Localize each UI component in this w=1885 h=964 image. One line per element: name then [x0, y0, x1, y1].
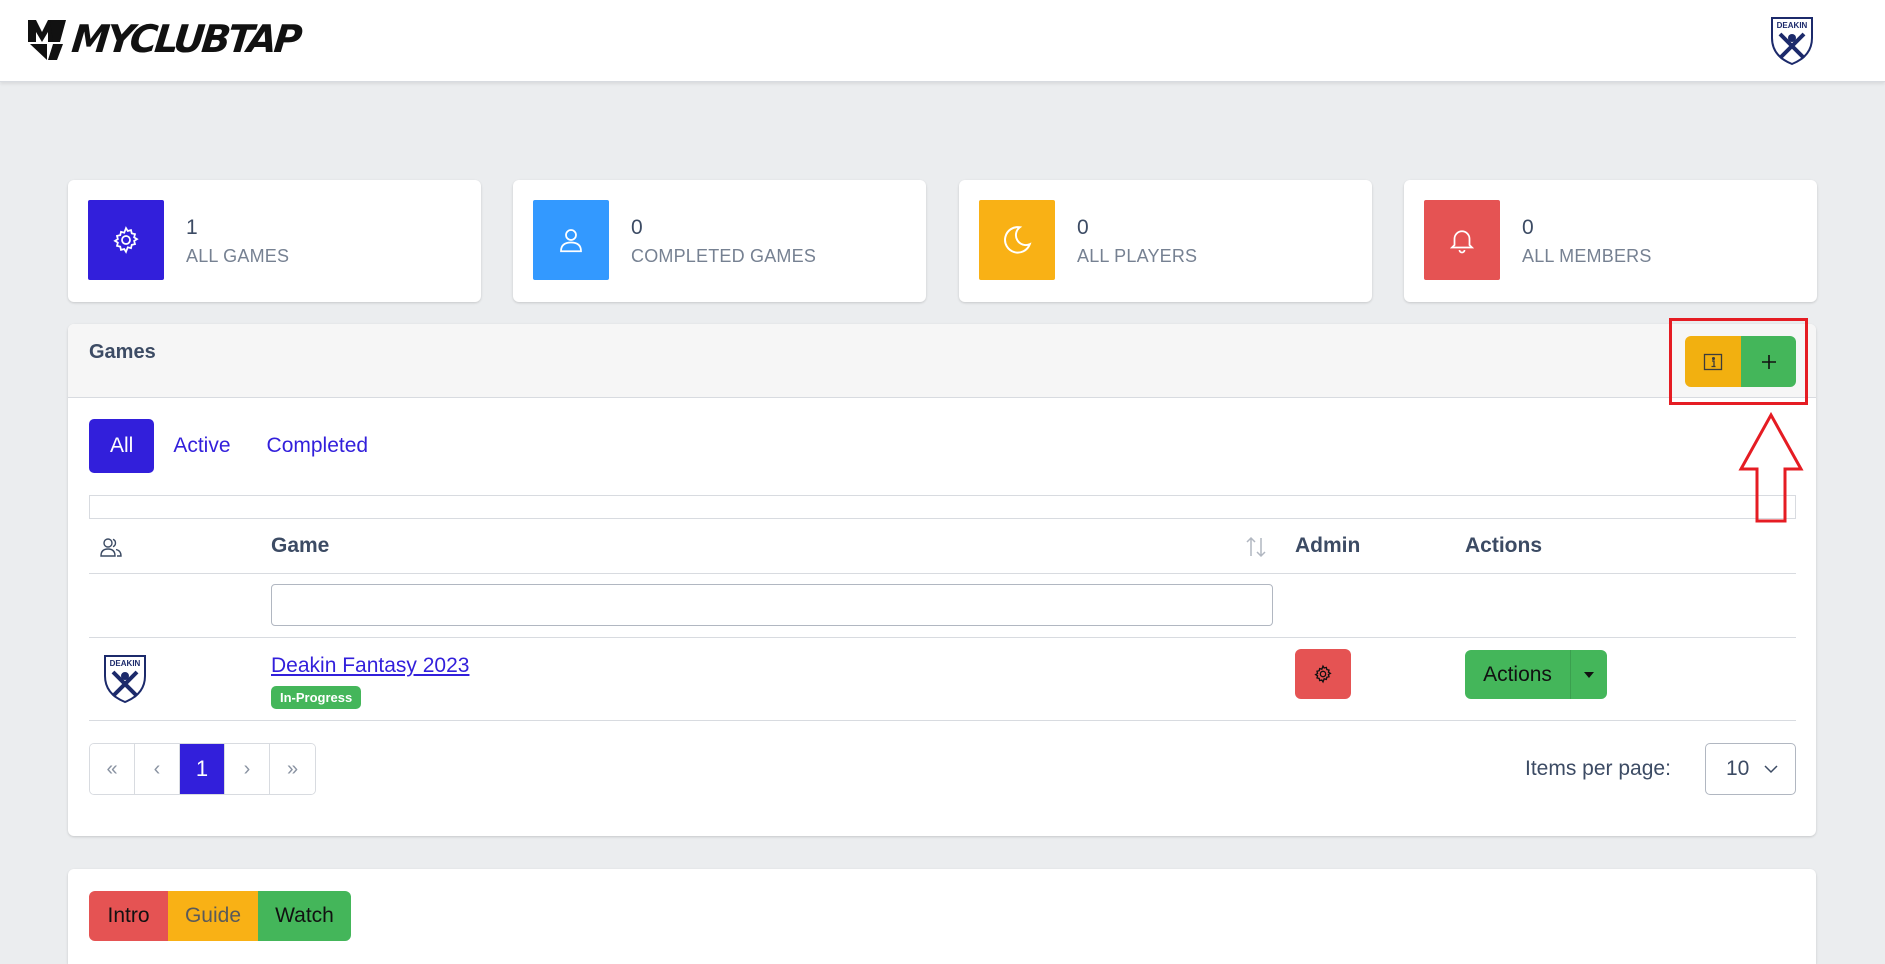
watch-button[interactable]: Watch: [258, 891, 351, 941]
help-card: Intro Guide Watch: [68, 869, 1816, 964]
gear-icon: [113, 226, 139, 254]
items-per-page-select[interactable]: 10: [1705, 743, 1796, 795]
pagination-last[interactable]: »: [270, 744, 315, 794]
stat-icon-box: [88, 200, 164, 280]
stat-card-all-members: 0 ALL MEMBERS: [1404, 180, 1817, 302]
stat-card-all-games: 1 ALL GAMES: [68, 180, 481, 302]
highlight-box: [1669, 318, 1808, 405]
pagination-first[interactable]: «: [90, 744, 135, 794]
games-tabs: All Active Completed: [89, 419, 385, 473]
top-navbar: MYCLUBTAP DEAKIN: [0, 0, 1885, 82]
tab-active[interactable]: Active: [156, 419, 247, 473]
intro-button[interactable]: Intro: [89, 891, 168, 941]
club-avatar[interactable]: DEAKIN: [1766, 14, 1818, 66]
games-title: Games: [89, 341, 156, 363]
table-divider: [89, 637, 1796, 638]
logo-mark-icon: [28, 20, 66, 60]
games-card: Games All Active Completed Game Admin Ac…: [68, 324, 1816, 836]
stat-card-all-players: 0 ALL PLAYERS: [959, 180, 1372, 302]
admin-settings-button[interactable]: [1295, 649, 1351, 699]
pagination-page-1[interactable]: 1: [180, 744, 225, 794]
moon-icon: [1004, 226, 1032, 254]
chevron-down-icon: [1764, 765, 1778, 774]
table-divider: [89, 573, 1796, 574]
status-badge: In-Progress: [271, 686, 362, 709]
bell-icon: [1449, 230, 1475, 254]
arrow-up-icon: [1738, 412, 1804, 523]
club-avatar-text: DEAKIN: [1777, 21, 1808, 30]
table-divider: [89, 720, 1796, 721]
stat-label: ALL GAMES: [186, 246, 290, 266]
stat-value: 1: [186, 216, 198, 239]
tab-all[interactable]: All: [89, 419, 155, 473]
user-icon: [560, 229, 582, 253]
club-logo-text: DEAKIN: [110, 659, 141, 668]
caret-down-icon[interactable]: [1570, 650, 1607, 699]
tab-completed[interactable]: Completed: [250, 419, 386, 473]
stat-value: 0: [631, 216, 643, 239]
app-logo[interactable]: MYCLUBTAP: [26, 14, 302, 64]
club-logo: DEAKIN: [104, 655, 146, 704]
game-name-link[interactable]: Deakin Fantasy 2023: [271, 654, 469, 678]
column-header-admin: Admin: [1295, 534, 1361, 557]
stat-icon-box: [533, 200, 609, 280]
logo-text: MYCLUBTAP: [69, 17, 302, 61]
actions-button-label[interactable]: Actions: [1465, 650, 1570, 699]
actions-dropdown-button[interactable]: Actions: [1465, 650, 1607, 699]
sort-icon[interactable]: [1243, 534, 1269, 560]
games-card-header: Games: [68, 324, 1816, 398]
stat-card-completed-games: 0 COMPLETED GAMES: [513, 180, 926, 302]
pagination-next[interactable]: ›: [225, 744, 270, 794]
gear-icon: [1314, 664, 1332, 684]
users-icon: [100, 538, 122, 557]
help-button-group: Intro Guide Watch: [89, 891, 351, 941]
stat-icon-box: [979, 200, 1055, 280]
stat-value: 0: [1522, 216, 1534, 239]
stat-label: ALL MEMBERS: [1522, 246, 1652, 266]
stat-icon-box: [1424, 200, 1500, 280]
table-toolbar: [89, 495, 1796, 519]
pagination-prev[interactable]: ‹: [135, 744, 180, 794]
items-per-page-value[interactable]: 10: [1726, 757, 1749, 781]
column-header-actions: Actions: [1465, 534, 1543, 557]
stat-label: ALL PLAYERS: [1077, 246, 1198, 266]
stat-value: 0: [1077, 216, 1089, 239]
game-filter-input[interactable]: [271, 584, 1273, 626]
column-header-game[interactable]: Game: [271, 534, 329, 558]
guide-button[interactable]: Guide: [168, 891, 258, 941]
pagination: « ‹ 1 › »: [89, 743, 316, 795]
items-per-page-label: Items per page:: [1525, 757, 1671, 780]
stat-label: COMPLETED GAMES: [631, 246, 817, 266]
